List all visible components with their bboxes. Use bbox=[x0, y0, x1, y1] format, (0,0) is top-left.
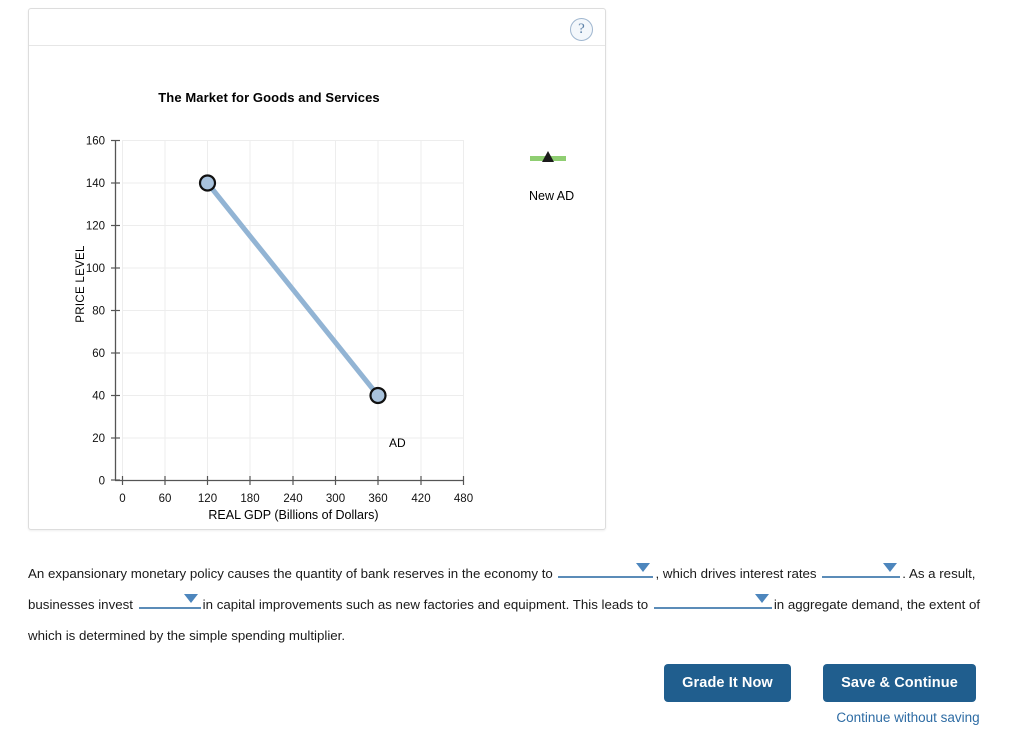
x-tick-label: 0 bbox=[119, 493, 125, 505]
chevron-down-icon bbox=[754, 594, 769, 603]
y-axis-tick-labels: 160 140 120 100 80 60 40 20 0 bbox=[86, 136, 105, 488]
new-ad-legend-label: New AD bbox=[529, 189, 575, 203]
ad-endpoint-handle-upper[interactable] bbox=[198, 174, 217, 192]
x-tick-label: 420 bbox=[411, 493, 430, 505]
chart-legend: New AD bbox=[515, 151, 625, 203]
question-text-part-2: , which drives interest rates bbox=[655, 566, 817, 581]
graph-card: ? The Market for Goods and Services PRIC… bbox=[28, 8, 606, 530]
chevron-down-icon bbox=[883, 563, 898, 572]
new-ad-legend-swatch[interactable] bbox=[530, 151, 566, 165]
question-text-part-4: in capital improvements such as new fact… bbox=[202, 597, 649, 612]
chevron-down-icon bbox=[183, 594, 198, 603]
x-tick-label: 60 bbox=[159, 493, 172, 505]
ad-curve-label: AD bbox=[389, 436, 406, 450]
chart-plot: 160 140 120 100 80 60 40 20 0 0 60 120 1… bbox=[86, 136, 473, 506]
x-tick-label: 360 bbox=[368, 493, 387, 505]
y-tick-label: 60 bbox=[92, 348, 105, 360]
y-tick-label: 120 bbox=[86, 221, 105, 233]
y-tick-label: 80 bbox=[92, 306, 105, 318]
y-tick-label: 140 bbox=[86, 178, 105, 190]
aggregate-demand-dropdown[interactable] bbox=[653, 592, 772, 609]
x-tick-label: 240 bbox=[283, 493, 302, 505]
continue-without-saving-link[interactable]: Continue without saving bbox=[823, 710, 993, 725]
x-tick-label: 300 bbox=[326, 493, 345, 505]
help-icon[interactable]: ? bbox=[570, 18, 593, 41]
y-tick-label: 0 bbox=[99, 476, 105, 488]
y-tick-label: 20 bbox=[92, 433, 105, 445]
x-axis-tick-labels: 0 60 120 180 240 300 360 420 480 bbox=[119, 493, 473, 505]
graph-card-header: ? bbox=[29, 9, 605, 46]
y-tick-label: 160 bbox=[86, 136, 105, 148]
x-tick-label: 120 bbox=[198, 493, 217, 505]
businesses-invest-dropdown[interactable] bbox=[138, 592, 201, 609]
save-and-continue-button[interactable]: Save & Continue bbox=[823, 664, 976, 702]
x-tick-label: 480 bbox=[454, 493, 473, 505]
y-tick-label: 40 bbox=[92, 391, 105, 403]
interest-rates-dropdown[interactable] bbox=[822, 561, 901, 578]
question-paragraph: An expansionary monetary policy causes t… bbox=[28, 558, 998, 651]
question-text-part-1: An expansionary monetary policy causes t… bbox=[28, 566, 553, 581]
chevron-down-icon bbox=[636, 563, 651, 572]
x-tick-label: 180 bbox=[240, 493, 259, 505]
ad-endpoint-handle-lower[interactable] bbox=[369, 386, 387, 405]
chart-container: The Market for Goods and Services PRICE … bbox=[29, 46, 605, 529]
y-tick-label: 100 bbox=[86, 263, 105, 275]
bank-reserves-dropdown[interactable] bbox=[558, 561, 654, 578]
grade-it-now-button[interactable]: Grade It Now bbox=[664, 664, 791, 702]
triangle-icon bbox=[542, 151, 554, 162]
